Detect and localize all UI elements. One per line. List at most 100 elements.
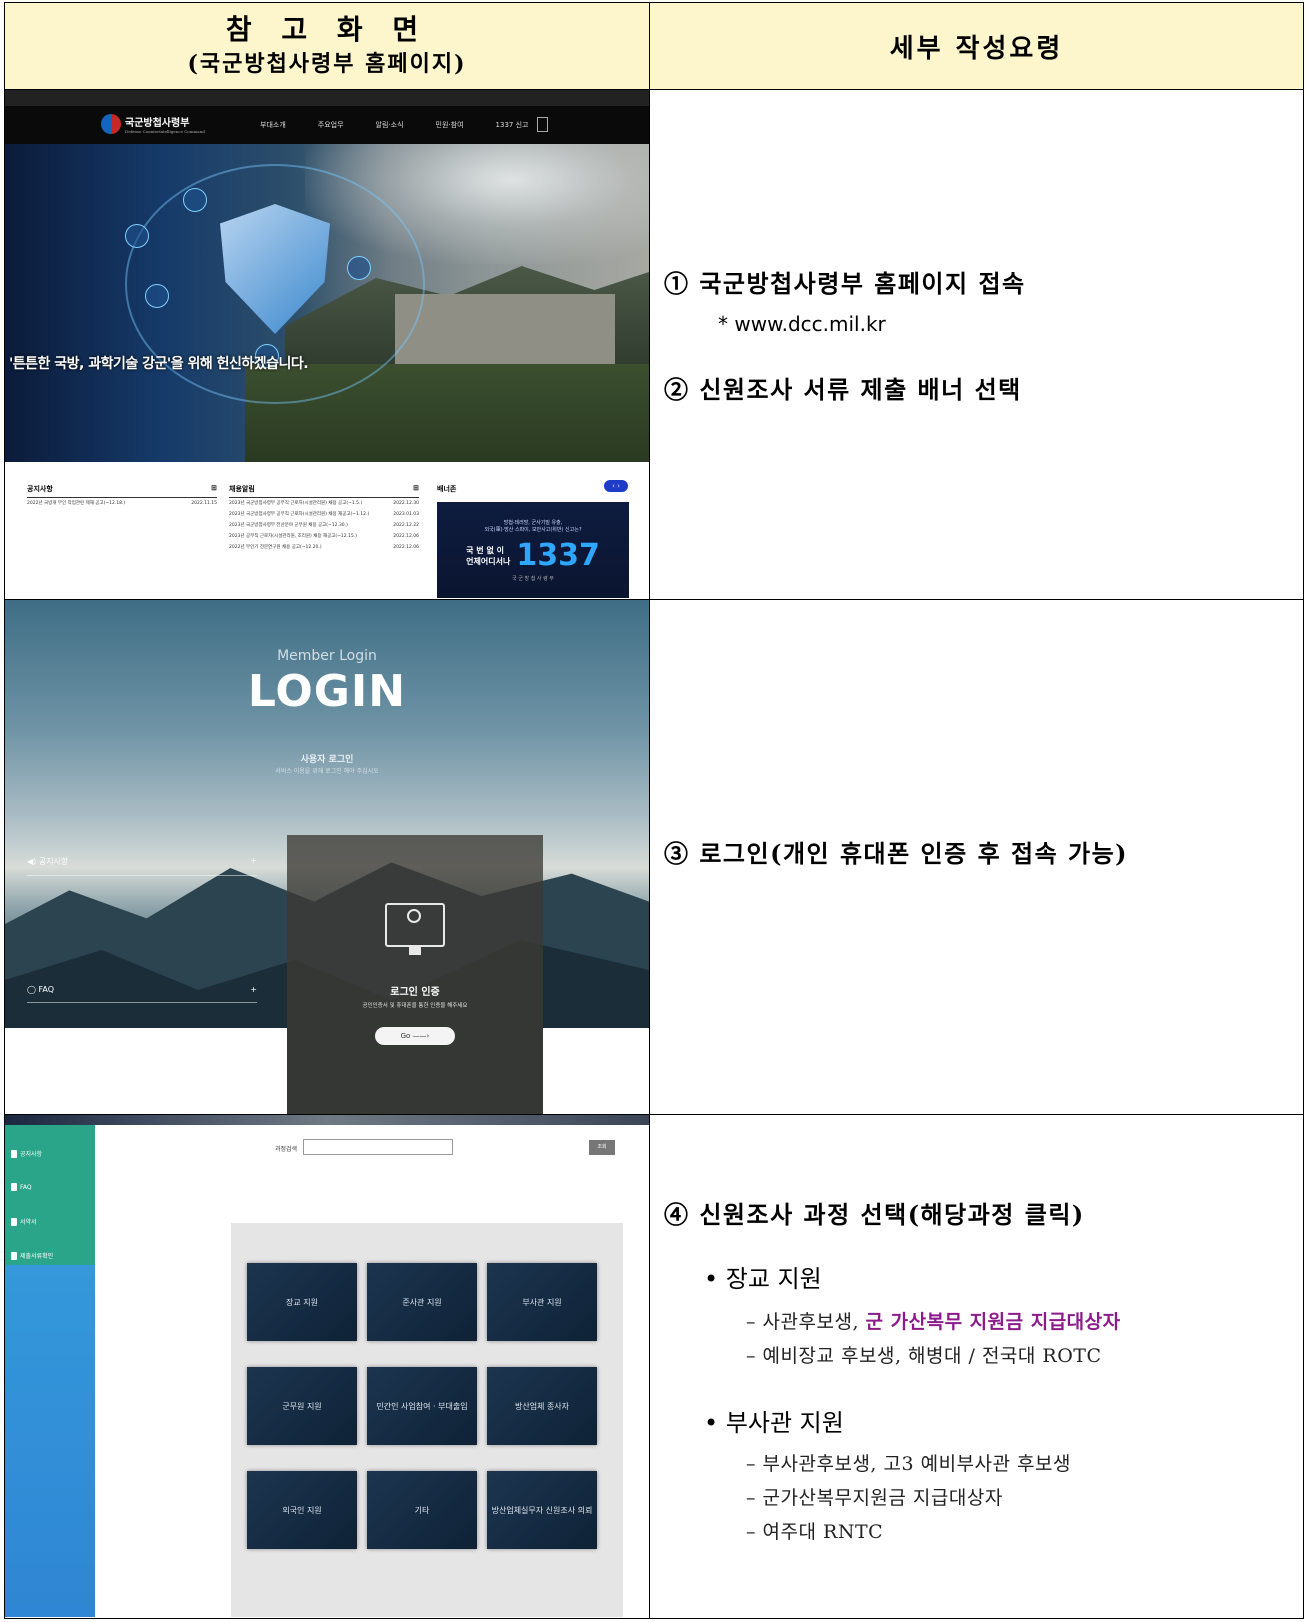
course-card-foreigner[interactable]: 외국인 지원	[247, 1471, 357, 1549]
notice-box: 공지사항 ⊞ 2022년 국방개 부인 작업관련 제재 공고(~12.18.) 20…	[27, 484, 217, 509]
nav-item[interactable]: 민원·참여	[436, 120, 464, 130]
plus-icon[interactable]: ⊞	[211, 484, 217, 494]
sidebar-item-faq[interactable]: FAQ	[11, 1183, 32, 1191]
cert-title: 로그인 인증	[390, 987, 440, 998]
course-search: 과정검색 조회	[225, 1135, 625, 1161]
nco-line-2: – 군가산복무지원금 지급대상자	[746, 1487, 1003, 1509]
banner-nav-arrows-icon[interactable]: ‹ ›	[604, 480, 628, 492]
screenshot-course-select: 공지사항 FAQ 서약서 제출서류확인 과정검색 조회 장교 지원 준사관 지원…	[5, 1115, 649, 1617]
page-white-area	[543, 1028, 649, 1114]
list-item[interactable]: 2022년 무인기 전문연구원 채용 공고(~12.20.) 2022.12.06	[229, 542, 419, 553]
screenshot-homepage: 국군방첩사령부 Defense Counterintelligence Comm…	[5, 90, 649, 598]
course-card-defense-practitioner[interactable]: 방산업체실무자 신원조사 의뢰	[487, 1471, 597, 1549]
top-strip	[5, 1115, 649, 1125]
step-1: ① 국군방첩사령부 홈페이지 접속	[664, 269, 1026, 298]
mic-icon	[11, 1149, 17, 1158]
header-right-title: 세부 작성요령	[889, 33, 1064, 64]
search-button[interactable]: 조회	[589, 1140, 615, 1155]
screenshot-login: Member Login LOGIN 사용자 로그인 서비스 이용을 위해 로그…	[5, 600, 649, 1114]
side-faq-link[interactable]: ◯ FAQ +	[27, 985, 257, 1003]
top-utility-bar	[5, 90, 649, 106]
logo-emblem-icon	[101, 114, 121, 134]
plus-icon[interactable]: ⊞	[413, 484, 419, 494]
tech-bubble-icon	[125, 224, 149, 248]
course-card-officer[interactable]: 장교 지원	[247, 1263, 357, 1341]
document-icon	[11, 1217, 17, 1226]
tech-bubble-icon	[145, 284, 169, 308]
hero-slogan: '튼튼한 국방, 과학기술 강군'을 위해 헌신하겠습니다.	[9, 356, 309, 372]
course-card-civilian-access[interactable]: 민간인 사업참여 · 부대출입	[367, 1367, 477, 1445]
hero-banner: '튼튼한 국방, 과학기술 강군'을 위해 헌신하겠습니다.	[5, 144, 649, 462]
screenshot-homepage-cell: 국군방첩사령부 Defense Counterintelligence Comm…	[4, 89, 650, 600]
screenshot-course-cell: 공지사항 FAQ 서약서 제출서류확인 과정검색 조회 장교 지원 준사관 지원…	[4, 1114, 650, 1619]
sidebar-item-notice[interactable]: 공지사항	[11, 1149, 42, 1158]
course-card-civilian-employee[interactable]: 군무원 지원	[247, 1367, 357, 1445]
bullet-nco: • 부사관 지원	[704, 1409, 844, 1437]
nco-line-3: – 여주대 RNTC	[746, 1521, 884, 1543]
course-card-other[interactable]: 기타	[367, 1471, 477, 1549]
page-white-area	[5, 1028, 287, 1114]
sidebar-item-doc-check[interactable]: 제출서류확인	[11, 1251, 53, 1260]
header-left: 참 고 화 면 (국군방첩사령부 홈페이지)	[4, 2, 650, 90]
course-card-warrant-officer[interactable]: 준사관 지원	[367, 1263, 477, 1341]
nav-item[interactable]: 알림·소식	[376, 120, 404, 130]
bullet-officer: • 장교 지원	[704, 1265, 822, 1293]
member-login-label: Member Login	[277, 648, 377, 664]
monitor-stand-icon	[409, 947, 421, 955]
search-input[interactable]	[303, 1139, 453, 1155]
list-item[interactable]: 2023년 국군방첩사령부 전산분야 군무원 채용 공고(~12.30.) 202…	[229, 520, 419, 531]
recruit-title: 채용알림	[229, 485, 255, 493]
tech-bubble-icon	[347, 256, 371, 280]
list-item[interactable]: 2023년 국군방첩사령부 공무직 근로자(시설관리원) 채용 공고(~1.5.…	[229, 498, 419, 509]
course-card-defense-industry[interactable]: 방산업체 종사자	[487, 1367, 597, 1445]
main-menu: 부대소개 주요업무 알림·소식 민원·참여 1337 신고	[260, 120, 528, 130]
speaker-icon: ◀)	[27, 857, 37, 866]
notice-title: 공지사항	[27, 485, 53, 493]
banner-zone-title: 배너존	[437, 485, 457, 493]
step-4: ④ 신원조사 과정 선택(해당과정 클릭)	[664, 1200, 1085, 1229]
list-item[interactable]: 2022년 국방개 부인 작업관련 제재 공고(~12.18.) 2022.11.…	[27, 498, 217, 509]
officer-line-1: – 사관후보생, 군 가산복무 지원금 지급대상자	[746, 1311, 1121, 1333]
site-nav-bar: 국군방첩사령부 Defense Counterintelligence Comm…	[5, 106, 649, 144]
guide-table: 참 고 화 면 (국군방첩사령부 홈페이지) 세부 작성요령 국군방첩사령부 D…	[4, 2, 1304, 1619]
nav-item[interactable]: 주요업무	[318, 120, 344, 130]
side-notice-link[interactable]: ◀) 공지사항 +	[27, 856, 257, 876]
user-login-desc: 서비스 이용을 위해 로그인 해야 주십시오	[275, 768, 379, 775]
list-item[interactable]: 2023년 국군방첩사령부 공무직 근로자(시설관리원) 채용 재공고(~1.1…	[229, 509, 419, 520]
user-icon	[407, 909, 421, 923]
login-cert-panel: 로그인 인증 공인인증서 및 휴대폰을 통한 인증을 해주세요 Go ——›	[287, 835, 543, 1114]
screenshot-login-cell: Member Login LOGIN 사용자 로그인 서비스 이용을 위해 로그…	[4, 599, 650, 1115]
step-2: ② 신원조사 서류 제출 배너 선택	[664, 375, 1022, 404]
site-url: * www.dcc.mil.kr	[718, 312, 886, 336]
login-heading: LOGIN	[247, 666, 407, 717]
instructions-cell-2: ③ 로그인(개인 휴대폰 인증 후 접속 가능)	[649, 599, 1304, 1115]
step-3: ③ 로그인(개인 휴대폰 인증 후 접속 가능)	[664, 839, 1129, 868]
site-name-en: Defense Counterintelligence Command	[125, 129, 205, 134]
go-button[interactable]: Go ——›	[375, 1027, 455, 1045]
site-logo[interactable]: 국군방첩사령부 Defense Counterintelligence Comm…	[101, 114, 205, 134]
document-icon	[11, 1251, 17, 1260]
banner-number: 1337	[516, 538, 600, 573]
instructions-cell-3: ④ 신원조사 과정 선택(해당과정 클릭) • 장교 지원 – 사관후보생, 군…	[649, 1114, 1304, 1619]
course-panel: 장교 지원 준사관 지원 부사관 지원 군무원 지원 민간인 사업참여 · 부대…	[231, 1223, 623, 1617]
search-label: 과정검색	[275, 1146, 298, 1153]
report-1337-banner[interactable]: 방첩·테러방, 군사기밀 유출, 외국(軍)·방산 스파이, 보안사고(위반) 신…	[437, 502, 629, 598]
list-item[interactable]: 2023년 공무직 근로자(시설관리원, 조리원) 채용 재공고(~12.15.…	[229, 531, 419, 542]
header-right: 세부 작성요령	[649, 2, 1304, 90]
nav-item[interactable]: 1337 신고	[496, 120, 529, 130]
banner-zone: 배너존	[437, 484, 627, 497]
instructions-cell-1: ① 국군방첩사령부 홈페이지 접속 * www.dcc.mil.kr ② 신원조…	[649, 89, 1304, 600]
user-login-label: 사용자 로그인	[300, 755, 354, 765]
header-left-title: 참 고 화 면	[225, 13, 429, 46]
emphasis-text: 군 가산복무 지원금 지급대상자	[865, 1311, 1121, 1333]
homepage-bottom: 공지사항 ⊞ 2022년 국방개 부인 작업관련 제재 공고(~12.18.) 20…	[5, 462, 649, 598]
sidebar-item-pledge[interactable]: 서약서	[11, 1217, 37, 1226]
chat-icon	[11, 1183, 17, 1191]
course-card-nco[interactable]: 부사관 지원	[487, 1263, 597, 1341]
site-name: 국군방첩사령부	[125, 118, 190, 129]
officer-line-2: – 예비장교 후보생, 해병대 / 전국대 ROTC	[746, 1345, 1102, 1367]
nav-item[interactable]: 부대소개	[260, 120, 286, 130]
menu-hamburger-icon[interactable]	[537, 117, 548, 132]
tech-bubble-icon	[183, 188, 207, 212]
recruit-box: 채용알림 ⊞ 2023년 국군방첩사령부 공무직 근로자(시설관리원) 채용 공고…	[229, 484, 419, 553]
